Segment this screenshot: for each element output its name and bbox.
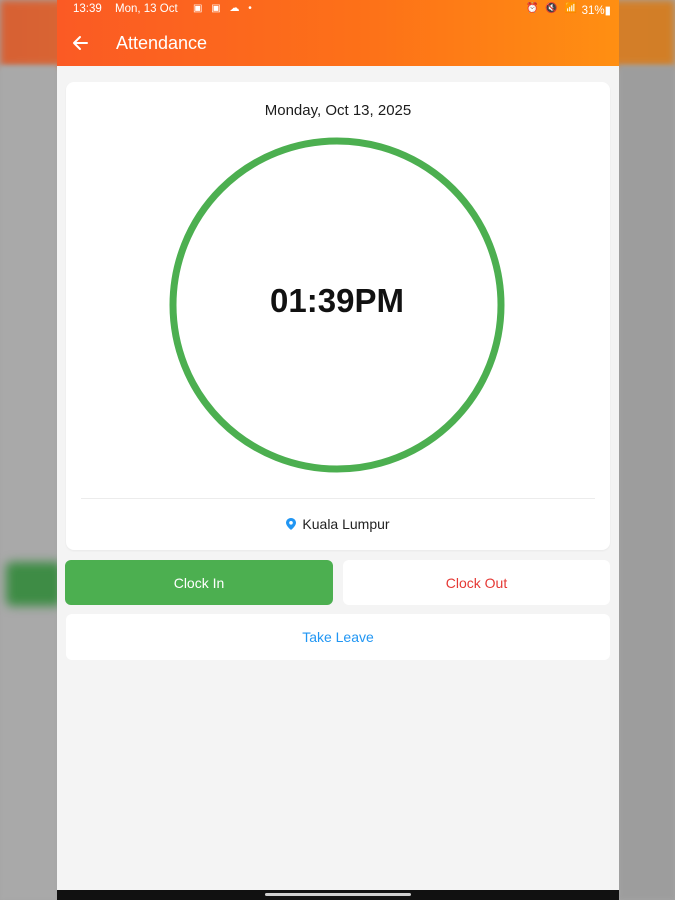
app-screen: 13:39 Mon, 13 Oct ▣ ▣ ☁ • ⏰ 🔇 📶 31%▮ Att… (57, 0, 619, 890)
arrow-left-icon (73, 36, 88, 50)
clock-in-button[interactable]: Clock In (65, 560, 333, 605)
current-time: 01:39PM (270, 282, 404, 319)
status-date: Mon, 13 Oct (115, 3, 178, 15)
take-leave-button[interactable]: Take Leave (66, 614, 610, 660)
status-time: 13:39 (73, 3, 102, 15)
battery-level: 31%▮ (581, 5, 611, 17)
back-button[interactable] (67, 30, 93, 56)
map-pin-icon (286, 518, 297, 530)
location-name: Kuala Lumpur (302, 516, 390, 532)
app-bar: 13:39 Mon, 13 Oct ▣ ▣ ☁ • ⏰ 🔇 📶 31%▮ Att… (57, 0, 619, 66)
system-status-icons: ⏰ 🔇 📶 (526, 3, 579, 14)
card-divider (81, 498, 595, 499)
page-title: Attendance (116, 33, 208, 53)
notification-icons: ▣ ▣ ☁ • (193, 3, 255, 14)
home-indicator[interactable] (265, 893, 411, 896)
blurred-green-button (6, 562, 62, 606)
location-row: Kuala Lumpur (66, 516, 610, 532)
current-date: Monday, Oct 13, 2025 (264, 102, 412, 119)
status-bar: 13:39 Mon, 13 Oct ▣ ▣ ☁ • ⏰ 🔇 📶 31%▮ (57, 0, 619, 20)
attendance-card: Monday, Oct 13, 2025 01:39PM Kuala Lumpu… (66, 82, 610, 550)
blurred-right-strip (619, 66, 675, 900)
blurred-left-strip (0, 66, 57, 900)
clock-out-button[interactable]: Clock Out (343, 560, 610, 605)
